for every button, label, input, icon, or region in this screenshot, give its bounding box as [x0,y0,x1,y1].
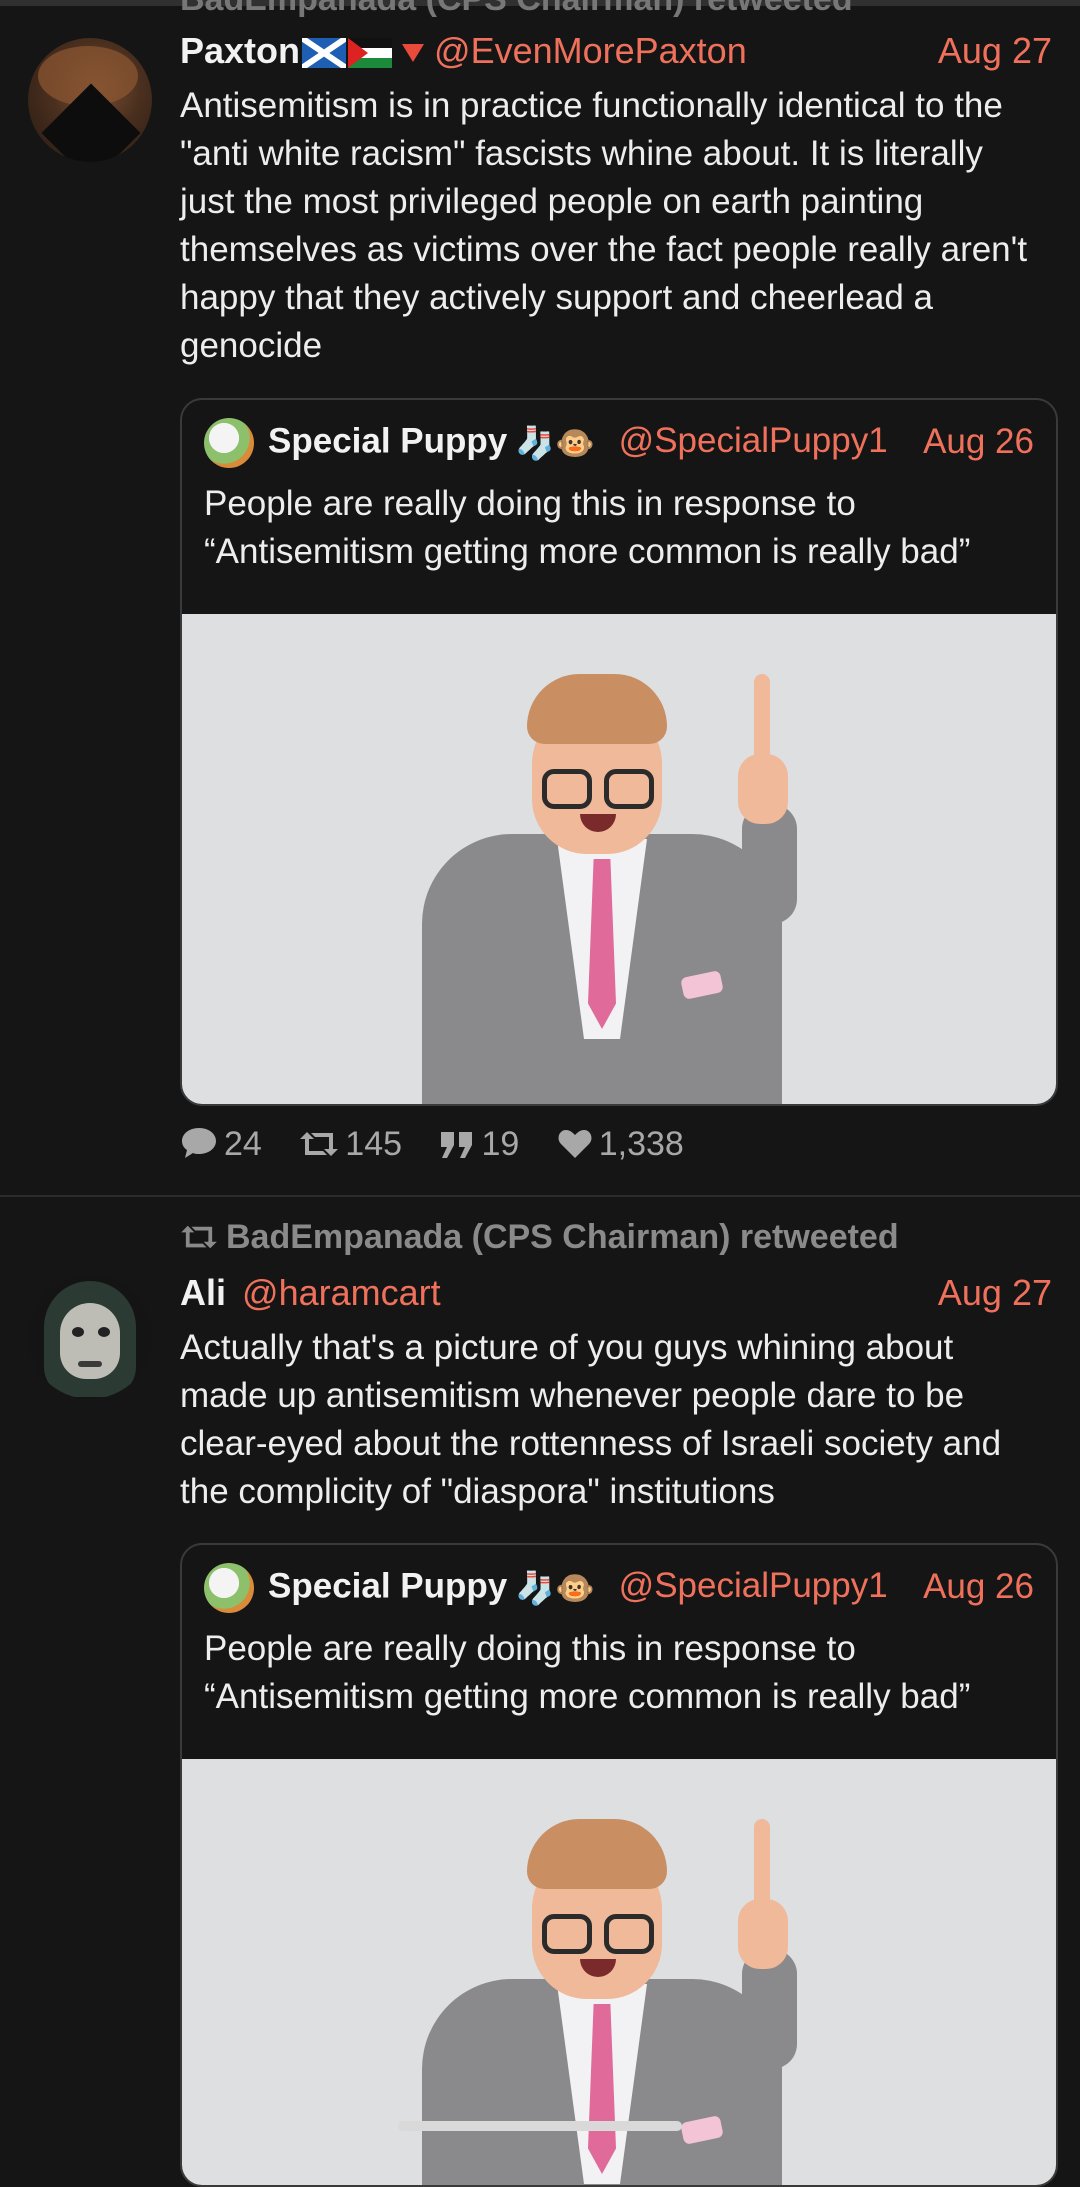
quote-image[interactable] [182,614,1056,1104]
quote-handle: @SpecialPuppy1 [618,1566,888,1606]
display-name[interactable]: Ali [180,1272,226,1313]
palestine-flag-icon [348,38,393,69]
reply-icon [182,1128,216,1158]
post-date[interactable]: Aug 27 [938,30,1052,72]
like-count: 1,338 [598,1125,684,1163]
avatar[interactable] [28,38,152,162]
reply-count: 24 [224,1125,262,1163]
reply-button[interactable]: 24 [180,1125,262,1164]
post-header: Paxton @EvenMorePaxton [180,30,747,72]
sock-monkey-emoji-icon: 🧦🐵 [515,425,595,461]
handle[interactable]: @haramcart [242,1272,441,1313]
heart-icon [558,1130,592,1158]
post-stats: 24 145 19 1,338 [180,1125,712,1164]
quote-icon [441,1132,473,1158]
quoted-post[interactable]: Special Puppy 🧦🐵 @SpecialPuppy1 Aug 26 Pe… [180,1543,1058,2187]
quote-date: Aug 26 [923,1567,1034,1606]
quoted-post[interactable]: Special Puppy 🧦🐵 @SpecialPuppy1 Aug 26 Pe… [180,398,1058,1106]
scotland-flag-icon [302,38,347,69]
like-button[interactable]: 1,338 [557,1125,684,1164]
retweeted-by-label: BadEmpanada (CPS Chairman) retweeted [226,1218,899,1256]
retweet-icon [181,1225,217,1249]
handle[interactable]: @EvenMorePaxton [434,30,747,71]
quote-header: Special Puppy 🧦🐵 @SpecialPuppy1 [204,418,888,468]
retweeted-by: BadEmpanada (CPS Chairman) retweeted [180,1218,899,1257]
home-indicator[interactable] [398,2121,682,2131]
quote-date: Aug 26 [923,422,1034,461]
retweet-count: 145 [345,1125,403,1163]
post-header: Ali @haramcart [180,1272,441,1314]
man-in-suit-pointing-image [382,644,802,1104]
avatar[interactable] [28,1275,152,1399]
sock-monkey-emoji-icon: 🧦🐵 [515,1570,595,1606]
quote-header: Special Puppy 🧦🐵 @SpecialPuppy1 [204,1563,888,1613]
post-text: Actually that's a picture of you guys wh… [180,1328,1002,1511]
quote-text: People are really doing this in response… [204,484,971,571]
quote-display-name: Special Puppy [268,1566,508,1606]
retweet-icon [300,1132,339,1156]
quote-avatar [204,418,254,468]
quote-button[interactable]: 19 [439,1125,519,1164]
post-divider [0,1195,1080,1197]
quote-avatar [204,1563,254,1613]
quote-count: 19 [481,1125,520,1163]
post-date[interactable]: Aug 27 [938,1272,1052,1314]
display-name[interactable]: Paxton [180,30,300,71]
retweet-button[interactable]: 145 [299,1125,402,1164]
red-triangle-icon [402,44,425,63]
quote-handle: @SpecialPuppy1 [618,421,888,461]
quote-text: People are really doing this in response… [204,1629,971,1716]
retweet-context-cut: BadEmpanada (CPS Chairman) retweeted [180,0,853,19]
post-text: Antisemitism is in practice functionally… [180,86,1028,365]
quote-display-name: Special Puppy [268,421,508,461]
